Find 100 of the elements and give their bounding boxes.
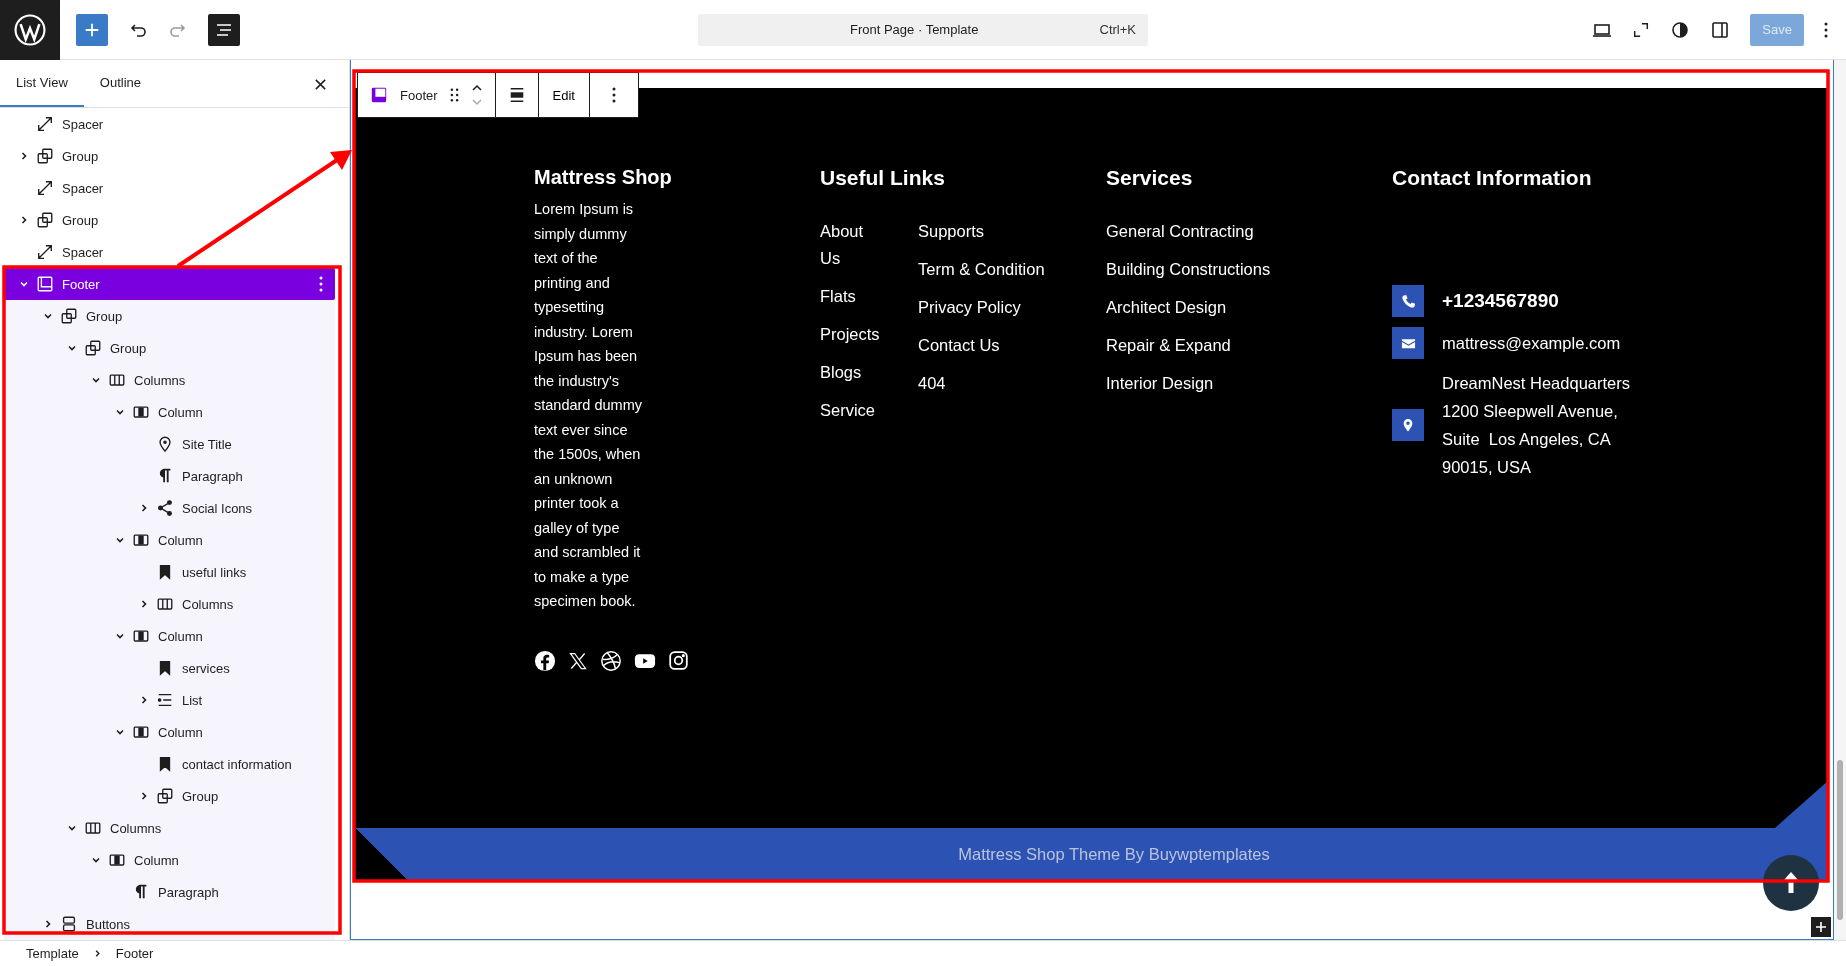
list-view-item[interactable]: Columns	[4, 364, 335, 396]
list-view-item[interactable]: Group	[4, 332, 335, 364]
nav-link[interactable]: Contact Us	[918, 332, 1045, 359]
list-view-item[interactable]: Paragraph	[4, 460, 335, 492]
nav-link[interactable]: Privacy Policy	[918, 294, 1045, 321]
breadcrumb-link[interactable]: Footer	[115, 946, 154, 961]
list-view-item[interactable]: Group	[4, 204, 335, 236]
wordpress-logo[interactable]	[0, 0, 60, 60]
contrast-icon[interactable]	[1670, 19, 1691, 40]
nav-link[interactable]: Projects	[820, 321, 886, 348]
panel-tab[interactable]: Outline	[83, 60, 157, 107]
command-bar[interactable]: Front Page · Template Ctrl+K	[698, 13, 1148, 46]
list-view-button[interactable]	[208, 13, 240, 46]
resize-icon	[36, 115, 54, 133]
chevron-icon[interactable]	[91, 855, 101, 865]
list-view-item[interactable]: Column	[4, 844, 335, 876]
site-title[interactable]: Mattress Shop	[534, 166, 820, 189]
scrollbar[interactable]	[1834, 60, 1846, 940]
column-heading: Useful Links	[820, 166, 946, 190]
offering-link[interactable]: Architect Design	[1106, 294, 1392, 321]
columns-icon	[156, 595, 174, 613]
offering-link[interactable]: General Contracting	[1106, 218, 1392, 245]
list-view-item[interactable]: Site Title	[4, 428, 335, 460]
offering-link[interactable]: Repair & Expand	[1106, 332, 1392, 359]
chevron-icon[interactable]	[19, 279, 29, 289]
chevron-icon[interactable]	[115, 727, 125, 737]
copyright-text: Mattress Shop Theme By Buywptemplates	[958, 844, 1270, 864]
envelope-icon	[1392, 327, 1424, 359]
chevron-icon[interactable]	[43, 919, 53, 929]
offering-link[interactable]: Interior Design	[1106, 370, 1392, 397]
drag-handle-icon[interactable]	[449, 88, 459, 102]
nav-link[interactable]: 404	[918, 370, 1045, 397]
list-view-item[interactable]: Group	[4, 780, 335, 812]
chevron-icon[interactable]	[115, 631, 125, 641]
list-view-item[interactable]: Column	[4, 524, 335, 556]
footer-icon[interactable]	[370, 86, 388, 104]
footer-paragraph: Lorem Ipsum is simply dummy text of the printing and typesetting industry. Lorem Ipsum has been the industry's standard dummy text ever since the 1500s, when an unknown printer took a galley of type and scrambled it to make a type specimen book.	[534, 200, 642, 611]
nav-link[interactable]: Supports	[918, 218, 1045, 245]
email-address: mattress@example.com	[1442, 333, 1621, 353]
offering-link[interactable]: Building Constructions	[1106, 256, 1392, 283]
dribbble-icon[interactable]	[600, 649, 622, 672]
panel-tab[interactable]: List View	[0, 60, 84, 107]
chevron-icon[interactable]	[19, 215, 29, 225]
breadcrumb-link[interactable]: Template	[26, 946, 79, 961]
list-view-item[interactable]: Column	[4, 620, 335, 652]
list-view-item[interactable]: Column	[4, 396, 335, 428]
fullscreen-icon[interactable]	[1632, 20, 1651, 39]
list-view-item[interactable]: Paragraph	[4, 876, 335, 908]
instagram-icon[interactable]	[668, 650, 689, 671]
phone-icon	[1392, 285, 1424, 317]
facebook-icon[interactable]	[534, 649, 556, 672]
add-block-button[interactable]	[1811, 917, 1831, 937]
map-pin-icon	[156, 435, 174, 453]
nav-link[interactable]: Flats	[820, 283, 886, 310]
close-icon[interactable]	[314, 78, 327, 91]
list-view-item[interactable]: Column	[4, 716, 335, 748]
chevron-icon[interactable]	[139, 503, 149, 513]
nav-link[interactable]: Term & Condition	[918, 256, 1045, 283]
list-view-item[interactable]: Columns	[4, 588, 335, 620]
group-icon	[84, 339, 102, 357]
list-view-item[interactable]: Footer	[4, 268, 335, 300]
group-icon	[156, 787, 174, 805]
sidebar-icon[interactable]	[1710, 19, 1731, 40]
list-view-item[interactable]: Group	[4, 140, 335, 172]
chevron-icon[interactable]	[67, 343, 77, 353]
chevron-icon[interactable]	[19, 151, 29, 161]
chevron-icon[interactable]	[67, 823, 77, 833]
x-icon[interactable]	[568, 650, 588, 671]
nav-link[interactable]: About Us	[820, 218, 886, 272]
list-view-item[interactable]: services	[4, 652, 335, 684]
column-heading: Contact Information	[1392, 166, 1593, 190]
list-view-item[interactable]: Group	[4, 300, 335, 332]
chevron-icon[interactable]	[115, 407, 125, 417]
chevron-icon[interactable]	[139, 695, 149, 705]
shortcut-hint: Ctrl+K	[1099, 22, 1136, 37]
more-options-icon[interactable]	[319, 276, 323, 292]
list-view-item[interactable]: Social Icons	[4, 492, 335, 524]
more-options-icon[interactable]	[1824, 21, 1828, 38]
column-icon	[132, 403, 150, 421]
list-view-item[interactable]: List	[4, 684, 335, 716]
chevron-icon[interactable]	[139, 791, 149, 801]
document-title: Front Page · Template	[850, 22, 979, 37]
list-view-item[interactable]: Spacer	[4, 172, 335, 204]
list-view-item[interactable]: Spacer	[4, 108, 335, 140]
resize-icon	[36, 179, 54, 197]
list-view-item[interactable]: contact information	[4, 748, 335, 780]
chevron-icon[interactable]	[115, 535, 125, 545]
list-view-item[interactable]: Spacer	[4, 236, 335, 268]
chevron-icon[interactable]	[43, 311, 53, 321]
list-view-item[interactable]: useful links	[4, 556, 335, 588]
group-icon	[36, 211, 54, 229]
list-view-item[interactable]: Columns	[4, 812, 335, 844]
phone-number: +1234567890	[1442, 290, 1559, 312]
move-up-icon[interactable]	[470, 84, 483, 92]
edit-button[interactable]: Edit	[538, 73, 590, 117]
chevron-icon[interactable]	[91, 375, 101, 385]
nav-link[interactable]: Service	[820, 397, 886, 424]
more-options-icon[interactable]	[612, 87, 616, 103]
nav-link[interactable]: Blogs	[820, 359, 886, 386]
chevron-icon[interactable]	[139, 599, 149, 609]
